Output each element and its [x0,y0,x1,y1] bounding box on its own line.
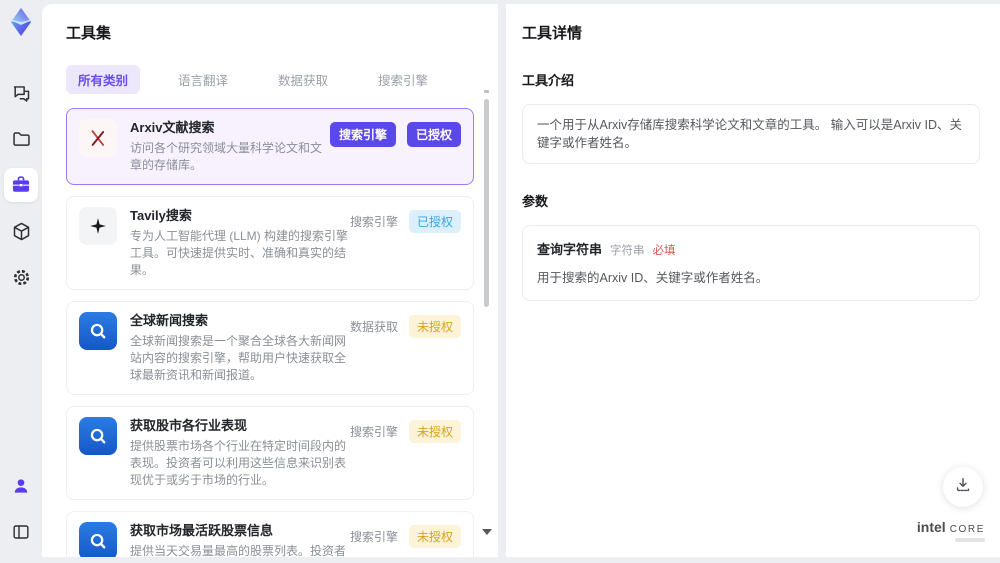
page-title: 工具集 [66,25,112,42]
intro-heading: 工具介绍 [522,73,575,88]
detail-title: 工具详情 [522,25,583,42]
core-wordmark: CORE [949,524,985,535]
tool-card-global-news[interactable]: 全球新闻搜索 全球新闻搜索是一个聚合全球各大新闻网站内容的搜索引擎，帮助用户快速… [66,301,474,395]
collapse-panel-icon [11,522,31,542]
tool-detail-panel: 工具详情 工具介绍 一个用于从Arxiv存储库搜索科学论文和文章的工具。 输入可… [506,4,1000,557]
arxiv-logo-icon [79,119,117,157]
news-search-icon [79,312,117,350]
param-name: 查询字符串 [537,242,603,257]
sidebar-item-settings[interactable] [4,260,38,294]
scrollbar-down-arrow[interactable] [482,529,492,535]
tool-description: 全球新闻搜索是一个聚合全球各大新闻网站内容的搜索引擎，帮助用户快速获取全球最新资… [130,334,347,382]
tool-description: 提供股票市场各个行业在特定时间段内的表现。投资者可以利用这些信息来识别表现优于或… [130,439,347,487]
sidebar-item-tools[interactable] [4,168,38,202]
tool-name: 获取市场最活跃股票信息 [130,523,274,538]
auth-status-badge: 已授权 [406,122,461,147]
tool-name: 获取股市各行业表现 [130,418,248,433]
sidebar-item-account[interactable] [4,469,38,503]
tool-card-arxiv[interactable]: Arxiv文献搜索 访问各个研究领域大量科学论文和文章的存储库。 搜索引擎 已授… [66,108,474,185]
download-button[interactable] [943,467,983,507]
category-badge: 搜索引擎 [349,530,398,544]
tool-description: 专为人工智能代理 (LLM) 构建的搜索引擎工具。可快速提供实时、准确和真实的结… [130,229,349,277]
app-logo-icon [5,6,37,38]
intel-core-logo: intel CORE [917,519,985,542]
tab-data-acquisition[interactable]: 数据获取 [266,65,340,94]
param-required-flag: 必填 [652,245,676,257]
param-description: 用于搜索的Arxiv ID、关键字或作者姓名。 [537,271,769,285]
tool-list-panel: 工具集 所有类别 语言翻译 数据获取 搜索引擎 Arxiv文献搜索 访问各个研究… [42,4,498,557]
auth-status-badge: 已授权 [408,210,461,233]
toolbox-icon [10,174,32,196]
folder-icon [11,129,32,150]
category-badge: 搜索引擎 [329,122,396,147]
parameter-card: 查询字符串 字符串 必填 用于搜索的Arxiv ID、关键字或作者姓名。 [522,225,980,301]
intel-wordmark: intel [916,519,946,535]
tool-name: Arxiv文献搜索 [130,120,215,135]
tool-card-sector-performance[interactable]: 获取股市各行业表现 提供股票市场各个行业在特定时间段内的表现。投资者可以利用这些… [66,406,474,500]
tool-description: 提供当天交易量最高的股票列表。投资者可以利用这些信息来识别流动性强的股票和潜在的… [130,544,347,557]
tool-card-active-stocks[interactable]: 获取市场最活跃股票信息 提供当天交易量最高的股票列表。投资者可以利用这些信息来识… [66,511,474,557]
tab-language-translation[interactable]: 语言翻译 [166,65,240,94]
sidebar-item-chat[interactable] [4,76,38,110]
cube-icon [11,221,32,242]
sidebar-item-models[interactable] [4,214,38,248]
tab-all-categories[interactable]: 所有类别 [66,65,141,94]
user-avatar-icon [11,476,31,496]
auth-status-badge: 未授权 [408,525,461,548]
scrollbar-up-arrow[interactable] [484,90,489,93]
sidebar-collapse-button[interactable] [4,515,38,549]
tavily-star-icon [79,207,117,245]
category-badge: 数据获取 [349,320,398,334]
tool-card-tavily[interactable]: Tavily搜索 专为人工智能代理 (LLM) 构建的搜索引擎工具。可快速提供实… [66,196,474,290]
download-icon [953,475,973,500]
tool-name: 全球新闻搜索 [130,313,209,328]
category-badge: 搜索引擎 [349,425,398,439]
news-search-icon [79,417,117,455]
chat-icon [11,83,32,104]
gear-icon [11,267,32,288]
news-search-icon [79,522,117,557]
auth-status-badge: 未授权 [408,420,461,443]
param-type: 字符串 [610,245,645,257]
auth-status-badge: 未授权 [408,315,461,338]
category-tabs: 所有类别 语言翻译 数据获取 搜索引擎 [66,65,474,94]
category-badge: 搜索引擎 [349,215,398,229]
tool-name: Tavily搜索 [130,208,192,223]
tool-description: 访问各个研究领域大量科学论文和文章的存储库。 [130,141,323,172]
intel-logo-subline [955,538,985,542]
params-heading: 参数 [522,194,549,209]
tab-search-engine[interactable]: 搜索引擎 [366,65,440,94]
sidebar [0,0,42,563]
scrollbar-thumb[interactable] [484,99,489,307]
tool-list: Arxiv文献搜索 访问各个研究领域大量科学论文和文章的存储库。 搜索引擎 已授… [66,108,474,557]
tool-intro-text: 一个用于从Arxiv存储库搜索科学论文和文章的工具。 输入可以是Arxiv ID… [522,104,980,164]
sidebar-item-files[interactable] [4,122,38,156]
app-window: 工具集 所有类别 语言翻译 数据获取 搜索引擎 Arxiv文献搜索 访问各个研究… [0,0,1000,563]
list-scrollbar [482,90,492,547]
